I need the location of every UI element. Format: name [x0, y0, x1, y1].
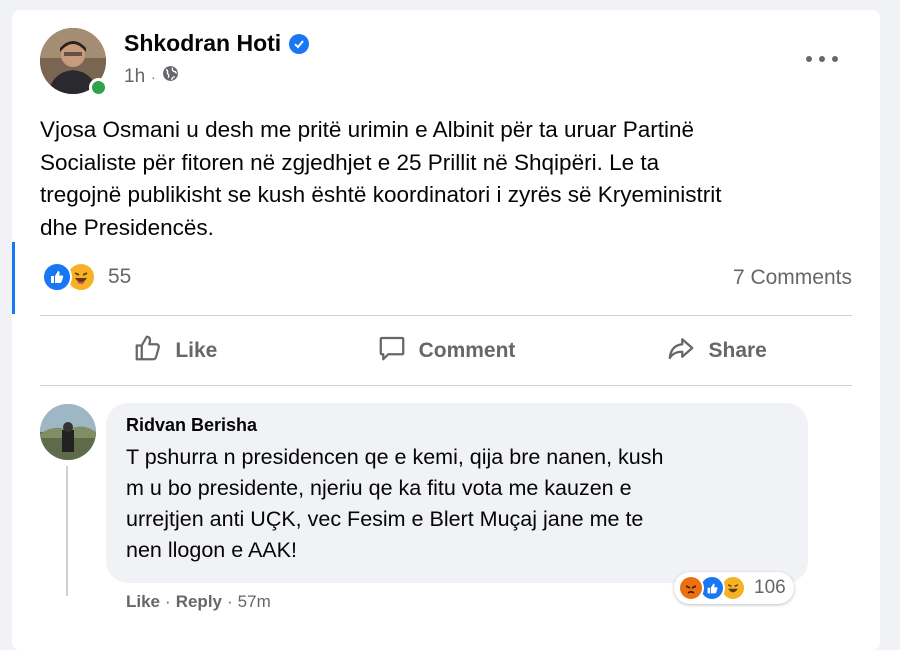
online-status-indicator: [89, 78, 108, 97]
comment-text-line: urrejtjen anti UÇK, vec Fesim e Blert Mu…: [126, 507, 644, 531]
comment-text-line: T pshurra n presidencen qe e kemi, qija …: [126, 445, 664, 469]
comment-reactions-summary[interactable]: 106: [674, 572, 794, 604]
post-meta: 1h ·: [124, 65, 179, 88]
comment-button[interactable]: Comment: [311, 316, 582, 386]
like-button[interactable]: Like: [40, 316, 311, 386]
comment-bubble-icon: [377, 333, 407, 369]
share-arrow-icon: [666, 333, 696, 369]
verified-badge-icon: [289, 33, 310, 54]
post-time[interactable]: 1h: [124, 66, 145, 88]
divider: [40, 385, 852, 386]
like-button-label: Like: [175, 339, 218, 362]
share-button-label: Share: [708, 339, 767, 362]
comment-time[interactable]: 57m: [238, 592, 271, 612]
angry-icon: [678, 575, 704, 601]
comments-count-link[interactable]: 7 Comments: [733, 266, 852, 290]
post-text-line: dhe Presidencës.: [40, 214, 214, 240]
comment-actions: Like · Reply · 57m: [126, 592, 271, 612]
commenter-avatar[interactable]: [40, 404, 96, 460]
post-author-name[interactable]: Shkodran Hoti: [124, 30, 281, 57]
comment-like-link[interactable]: Like: [126, 592, 160, 612]
post-text-line: tregojnë publikisht se kush është koordi…: [40, 182, 722, 207]
focus-accent-bar: [12, 242, 15, 314]
comment-text: T pshurra n presidencen qe e kemi, qija …: [126, 442, 788, 566]
like-icon: [42, 262, 72, 292]
meta-separator: ·: [151, 68, 156, 85]
globe-icon: [162, 65, 179, 88]
more-options-icon[interactable]: [806, 48, 838, 70]
comment-bubble: Ridvan Berisha T pshurra n presidencen q…: [106, 403, 808, 583]
post-text-line: Vjosa Osmani u desh me pritë urimin e Al…: [40, 117, 695, 142]
comment-reaction-count: 106: [754, 577, 786, 598]
thumbs-up-icon: [133, 333, 163, 369]
comment-thread-line: [66, 466, 68, 596]
comment-action-separator: ·: [165, 592, 171, 611]
share-button[interactable]: Share: [581, 316, 852, 386]
post-reaction-count: 55: [108, 265, 132, 288]
comment-action-separator: ·: [227, 592, 233, 611]
post-reactions-summary[interactable]: 55: [42, 262, 131, 292]
post-author-row: Shkodran Hoti: [124, 30, 310, 57]
comment-text-line: m u bo presidente, njeriu qe ka fitu vot…: [126, 476, 632, 500]
post-text-line: Socialiste për fitoren në zgjedhjet e 25…: [40, 149, 660, 175]
post-text: Vjosa Osmani u desh me pritë urimin e Al…: [40, 114, 860, 244]
comment-reply-link[interactable]: Reply: [176, 592, 222, 612]
comment-text-line: nen llogon e AAK!: [126, 538, 297, 562]
commenter-name[interactable]: Ridvan Berisha: [126, 415, 788, 436]
post-action-bar: Like Comment Share: [40, 316, 852, 386]
comment-button-label: Comment: [418, 339, 516, 362]
